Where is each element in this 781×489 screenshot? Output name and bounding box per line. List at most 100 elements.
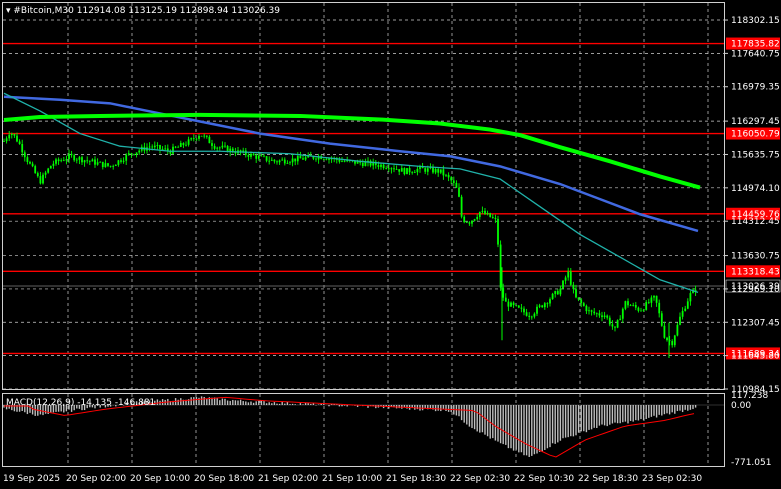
- candle-body: [294, 158, 297, 162]
- candle-body: [114, 164, 117, 166]
- candle-body: [458, 187, 460, 197]
- candle-body: [551, 293, 554, 300]
- candle-body: [658, 302, 661, 314]
- candle-body: [564, 277, 567, 281]
- candle-body: [161, 149, 164, 150]
- candle-body: [21, 144, 24, 153]
- candle-body: [104, 163, 107, 168]
- candle-body: [315, 158, 317, 160]
- candle-body: [473, 219, 476, 221]
- candle-body: [465, 222, 468, 223]
- candle-body: [533, 313, 536, 317]
- macd-label: MACD(12,26,9) -14.135 -146.881: [6, 398, 155, 408]
- candle-body: [520, 307, 523, 309]
- candle-body: [502, 287, 505, 298]
- candle-body: [673, 335, 676, 346]
- candle-body: [224, 145, 226, 147]
- price-axis-label: 112307.45: [731, 318, 780, 328]
- candle-body: [52, 163, 55, 166]
- candle-body: [151, 146, 154, 148]
- candle-body: [590, 310, 593, 312]
- candle-body: [94, 159, 96, 165]
- candle-body: [593, 311, 596, 314]
- candle-body: [507, 301, 510, 307]
- candle-body: [621, 308, 624, 319]
- price-chart[interactable]: 117835.82116050.79114459.76113318.431116…: [0, 0, 781, 489]
- candle-body: [642, 309, 645, 311]
- candle-body: [634, 305, 637, 308]
- candle-body: [439, 169, 442, 173]
- candle-body: [75, 159, 78, 161]
- candle-body: [190, 138, 193, 140]
- candle-body: [83, 160, 86, 163]
- candle-body: [663, 325, 666, 338]
- candle-body: [205, 135, 208, 137]
- candle-body: [416, 168, 419, 173]
- candle-body: [385, 168, 388, 169]
- candle-body: [81, 157, 83, 163]
- candle-body: [632, 305, 635, 306]
- candle-body: [543, 303, 546, 308]
- candle-body: [322, 159, 325, 160]
- candle-body: [512, 302, 515, 306]
- price-axis-label: 112969.10: [731, 285, 780, 295]
- candle-body: [182, 143, 185, 146]
- candle-body: [164, 148, 167, 150]
- candle-body: [681, 310, 684, 317]
- candle-body: [666, 337, 668, 341]
- candle-body: [211, 143, 213, 146]
- candle-body: [86, 160, 89, 162]
- candle-body: [296, 156, 299, 162]
- candle-body: [387, 168, 390, 170]
- candle-body: [260, 155, 263, 157]
- chart-background: [0, 0, 781, 489]
- candle-body: [130, 153, 133, 155]
- candle-body: [595, 313, 598, 315]
- macd-axis-label: 117.238: [731, 391, 768, 401]
- candle-body: [16, 135, 18, 142]
- time-axis-label: 20 Sep 02:00: [66, 474, 126, 484]
- level-price-label: 116050.79: [731, 130, 780, 140]
- candle-body: [398, 169, 401, 172]
- candle-body: [640, 310, 642, 312]
- candle-body: [497, 218, 499, 245]
- candle-body: [10, 133, 13, 135]
- candle-body: [203, 135, 206, 137]
- price-axis-label: 116297.45: [731, 117, 780, 127]
- candle-body: [572, 284, 575, 290]
- candle-body: [489, 213, 492, 218]
- candle-body: [382, 164, 385, 169]
- candle-body: [450, 177, 453, 181]
- candle-body: [47, 168, 50, 173]
- candle-body: [491, 217, 494, 218]
- candle-body: [624, 301, 627, 309]
- candle-body: [393, 168, 395, 170]
- symbol-label: #Bitcoin,M30: [13, 6, 74, 16]
- macd-axis-label: 0.00: [731, 401, 751, 411]
- candle-body: [528, 315, 531, 317]
- candle-body: [645, 302, 648, 310]
- candle-body: [517, 305, 520, 308]
- chart-window[interactable]: 117835.82 116050.79 114459.76 113318.43 1116…: [0, 0, 781, 489]
- price-axis-label: 117640.75: [731, 49, 780, 59]
- candle-body: [125, 154, 128, 161]
- candle-body: [460, 196, 463, 217]
- candle-body: [484, 210, 486, 215]
- candle-body: [252, 153, 255, 156]
- candle-body: [91, 159, 94, 162]
- candle-body: [31, 163, 34, 167]
- candle-body: [255, 155, 258, 159]
- candle-body: [250, 153, 252, 157]
- candle-body: [101, 161, 104, 168]
- candle-body: [523, 308, 525, 313]
- candle-body: [208, 136, 211, 144]
- symbol-info: ▾ #Bitcoin,M30 112914.08 113125.19 11289…: [6, 6, 280, 16]
- candle-body: [476, 217, 479, 220]
- candle-body: [44, 172, 47, 175]
- candle-body: [57, 159, 60, 162]
- candle-body: [606, 315, 609, 318]
- candle-body: [185, 144, 187, 146]
- candle-body: [588, 310, 590, 312]
- candle-body: [286, 163, 289, 164]
- candle-body: [276, 161, 278, 163]
